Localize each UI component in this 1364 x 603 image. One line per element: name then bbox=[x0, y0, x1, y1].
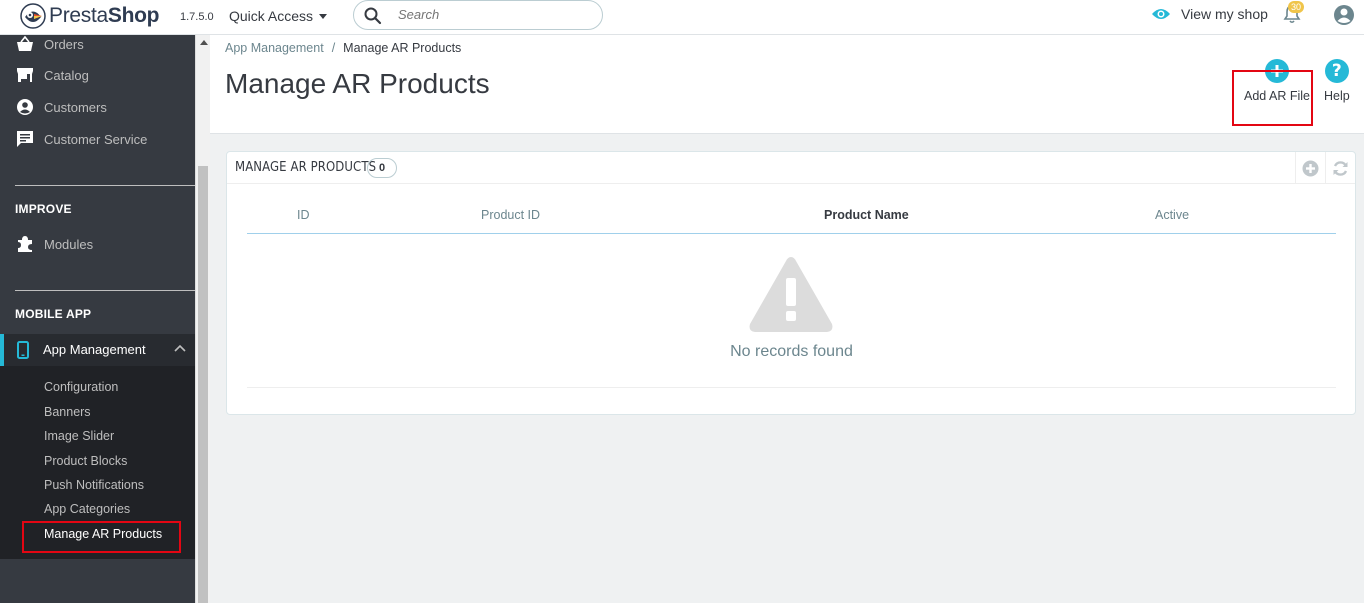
panel-toolbar bbox=[1295, 152, 1355, 184]
add-new-button[interactable] bbox=[1295, 152, 1325, 184]
view-my-shop-link[interactable]: View my shop bbox=[1151, 6, 1268, 22]
submenu-item-image-slider[interactable]: Image Slider bbox=[44, 429, 114, 443]
scrollbar-thumb[interactable] bbox=[198, 166, 208, 603]
chevron-up-icon[interactable] bbox=[174, 344, 186, 352]
search-box[interactable] bbox=[353, 0, 603, 30]
basket-icon bbox=[17, 36, 33, 51]
column-header-id[interactable]: ID bbox=[297, 208, 310, 222]
refresh-button[interactable] bbox=[1325, 152, 1355, 184]
breadcrumb-current: Manage AR Products bbox=[343, 41, 462, 55]
breadcrumb: App Management / Manage AR Products bbox=[225, 41, 461, 55]
breadcrumb-parent[interactable]: App Management bbox=[225, 41, 324, 55]
logo-text: PrestaShop bbox=[49, 4, 160, 27]
manage-ar-products-panel: MANAGE AR PRODUCTS 0 ID Product ID Produ… bbox=[226, 151, 1356, 415]
page-title: Manage AR Products bbox=[225, 68, 490, 99]
sidebar-item-modules[interactable]: Modules bbox=[0, 229, 195, 259]
table-header: ID Product ID Product Name Active bbox=[247, 202, 1336, 234]
caret-down-icon bbox=[319, 13, 328, 19]
view-my-shop-label: View my shop bbox=[1181, 6, 1268, 22]
sidebar-item-customer-service[interactable]: Customer Service bbox=[0, 124, 195, 154]
quick-access-label: Quick Access bbox=[229, 8, 314, 24]
warning-icon bbox=[749, 257, 833, 332]
sidebar-item-label: Catalog bbox=[44, 67, 89, 83]
sidebar-scrollbar[interactable] bbox=[195, 35, 210, 603]
search-input[interactable] bbox=[398, 7, 588, 22]
no-records-text: No records found bbox=[730, 343, 853, 360]
puffin-logo-icon bbox=[20, 3, 46, 29]
sidebar-item-label: Customer Service bbox=[44, 131, 148, 147]
eye-icon bbox=[1152, 9, 1170, 19]
sidebar-item-label: Customers bbox=[44, 99, 107, 115]
search-icon[interactable] bbox=[364, 7, 382, 25]
sidebar-item-label: Orders bbox=[44, 36, 84, 52]
top-header: PrestaShop 1.7.5.0 Quick Access View my … bbox=[0, 0, 1364, 35]
submenu-item-configuration[interactable]: Configuration bbox=[44, 380, 118, 394]
breadcrumb-separator: / bbox=[331, 41, 336, 55]
help-label: Help bbox=[1324, 89, 1350, 103]
sidebar-divider bbox=[15, 290, 195, 291]
quick-access-dropdown[interactable]: Quick Access bbox=[229, 8, 328, 24]
column-header-active[interactable]: Active bbox=[1155, 208, 1189, 222]
sidebar-item-label: Modules bbox=[44, 236, 94, 252]
version-label: 1.7.5.0 bbox=[180, 11, 214, 23]
empty-state: No records found bbox=[247, 234, 1336, 388]
puzzle-icon bbox=[18, 236, 32, 252]
record-count-badge: 0 bbox=[367, 158, 397, 178]
column-header-product-name[interactable]: Product Name bbox=[824, 208, 909, 222]
add-circle-icon bbox=[1302, 160, 1319, 176]
column-header-product-id[interactable]: Product ID bbox=[481, 208, 540, 222]
section-title-mobile-app: MOBILE APP bbox=[15, 307, 92, 321]
smartphone-icon bbox=[17, 341, 29, 359]
panel-title: MANAGE AR PRODUCTS bbox=[235, 160, 377, 175]
help-button[interactable]: ? Help bbox=[1324, 59, 1350, 103]
submenu-item-product-blocks[interactable]: Product Blocks bbox=[44, 454, 127, 468]
sidebar-divider bbox=[15, 185, 195, 186]
submenu-item-banners[interactable]: Banners bbox=[44, 405, 91, 419]
highlight-box-add-button bbox=[1232, 70, 1313, 126]
sidebar-item-customers[interactable]: Customers bbox=[0, 92, 195, 122]
prestashop-logo[interactable]: PrestaShop bbox=[20, 3, 160, 29]
active-indicator bbox=[0, 334, 4, 366]
sidebar-item-catalog[interactable]: Catalog bbox=[0, 60, 195, 90]
highlight-box-sidebar bbox=[22, 521, 181, 553]
submenu-item-push-notifications[interactable]: Push Notifications bbox=[44, 478, 144, 492]
notification-count-badge: 30 bbox=[1288, 1, 1305, 13]
scroll-up-arrow-icon[interactable] bbox=[200, 40, 208, 45]
chat-icon bbox=[17, 131, 33, 147]
panel-header: MANAGE AR PRODUCTS 0 bbox=[227, 152, 1355, 184]
help-circle-icon: ? bbox=[1324, 59, 1349, 83]
sidebar-item-label: App Management bbox=[43, 342, 146, 357]
refresh-icon bbox=[1333, 160, 1348, 176]
submenu-item-app-categories[interactable]: App Categories bbox=[44, 502, 130, 516]
page-header: App Management / Manage AR Products Manage… bbox=[210, 35, 1364, 134]
sidebar-item-app-management[interactable]: App Management bbox=[0, 334, 195, 366]
account-circle-icon bbox=[17, 99, 33, 115]
store-icon bbox=[17, 68, 33, 82]
account-avatar-icon[interactable] bbox=[1333, 4, 1355, 26]
section-title-improve: IMPROVE bbox=[15, 202, 72, 216]
